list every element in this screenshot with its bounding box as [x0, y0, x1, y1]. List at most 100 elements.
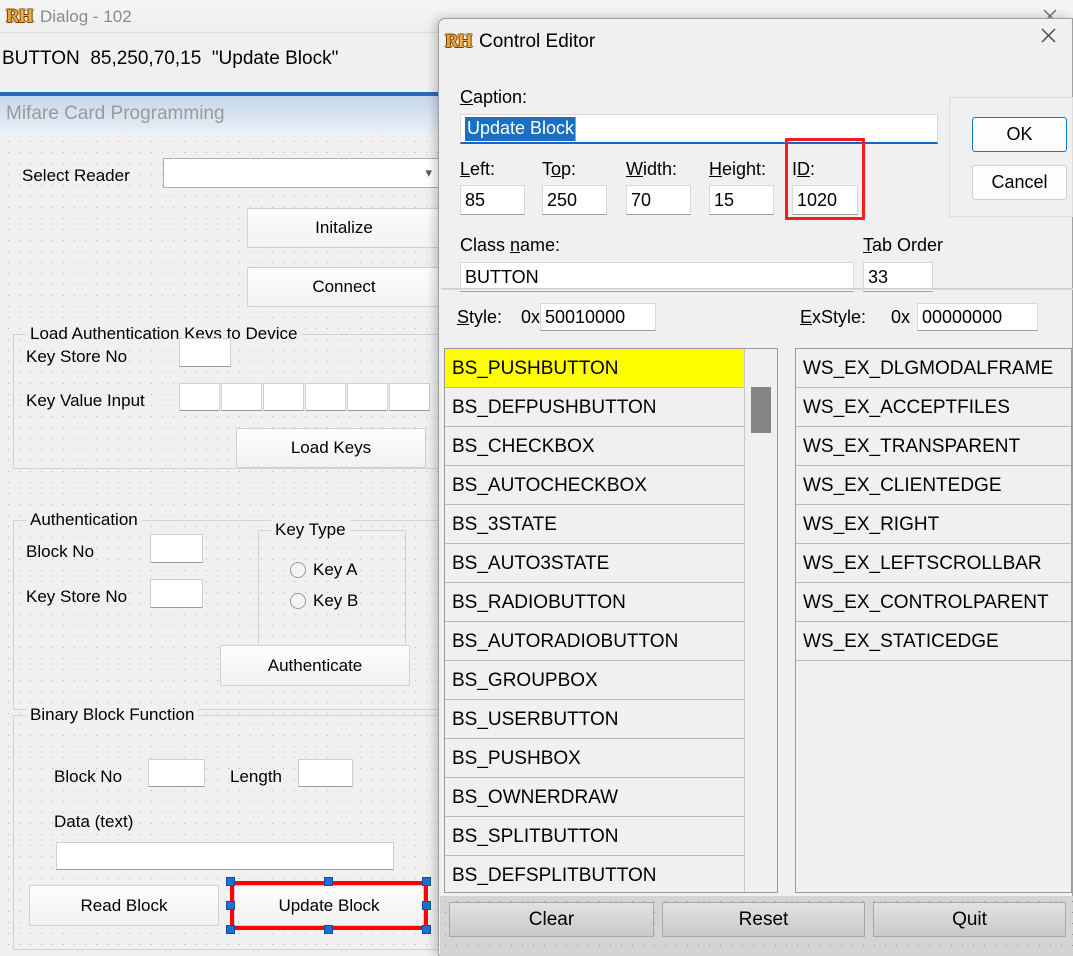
load-key-store-no-label: Key Store No — [26, 347, 128, 366]
resize-handle-e[interactable] — [422, 901, 431, 910]
style-prefix: 0x — [521, 307, 541, 327]
radio-circle-icon — [290, 562, 306, 578]
length-input[interactable] — [298, 759, 353, 787]
key-value-cell-0[interactable] — [179, 383, 220, 411]
style-list-item[interactable]: BS_OWNERDRAW — [445, 778, 777, 817]
binary-block-no-input[interactable] — [148, 759, 205, 787]
initialize-button[interactable]: Initalize — [247, 208, 441, 248]
style-list-item[interactable]: BS_DEFPUSHBUTTON — [445, 388, 777, 427]
binary-block-no-label: Block No — [54, 767, 123, 786]
binary-block-function-group-label: Binary Block Function — [26, 705, 199, 725]
style-listbox[interactable]: BS_PUSHBUTTON BS_DEFPUSHBUTTON BS_CHECKBOX… — [444, 348, 778, 893]
resource-script-text: BUTTON 85,250,70,15 "Update Block" — [2, 48, 339, 69]
exstyle-list-item[interactable]: WS_EX_TRANSPARENT — [796, 427, 1071, 466]
style-list-item[interactable]: BS_SPLITBUTTON — [445, 817, 777, 856]
rh-logo-icon: RH — [6, 5, 34, 27]
style-input[interactable]: 50010000 — [540, 303, 656, 331]
exstyle-prefix: 0x — [891, 307, 911, 327]
style-list-item[interactable]: BS_GROUPBOX — [445, 661, 777, 700]
style-list-item[interactable]: BS_AUTO3STATE — [445, 544, 777, 583]
key-value-input-label: Key Value Input — [26, 391, 145, 410]
style-list-item[interactable]: BS_USERBUTTON — [445, 700, 777, 739]
exstyle-list-item[interactable]: WS_EX_LEFTSCROLLBAR — [796, 544, 1071, 583]
exstyle-list-item[interactable]: WS_EX_DLGMODALFRAME — [796, 349, 1071, 388]
resize-handle-nw[interactable] — [226, 877, 235, 886]
exstyle-label: ExStyle: — [800, 307, 867, 327]
exstyle-list-rows: WS_EX_DLGMODALFRAME WS_EX_ACCEPTFILES WS_E… — [796, 349, 1071, 661]
data-text-label: Data (text) — [54, 812, 134, 831]
key-value-cell-3[interactable] — [305, 383, 346, 411]
key-b-radio-label: Key B — [313, 591, 359, 610]
cancel-button[interactable]: Cancel — [972, 165, 1067, 200]
load-keys-button[interactable]: Load Keys — [236, 428, 426, 468]
key-a-radio[interactable]: Key A — [290, 560, 357, 580]
resize-handle-se[interactable] — [422, 925, 431, 934]
reset-button[interactable]: Reset — [662, 902, 865, 937]
screen: RH Dialog - 102 BUTTON 85,250,70,15 "Upd… — [0, 0, 1073, 956]
style-list-item[interactable]: BS_DEFSPLITBUTTON — [445, 856, 777, 892]
authenticate-button[interactable]: Authenticate — [220, 645, 410, 686]
style-list-item[interactable]: BS_PUSHBUTTON — [445, 349, 777, 388]
style-label: Style: — [457, 307, 503, 327]
exstyle-list-item[interactable]: WS_EX_CONTROLPARENT — [796, 583, 1071, 622]
style-list-item[interactable]: BS_CHECKBOX — [445, 427, 777, 466]
ok-button[interactable]: OK — [972, 117, 1067, 152]
style-list-item[interactable]: BS_AUTORADIOBUTTON — [445, 622, 777, 661]
style-list-item[interactable]: BS_PUSHBOX — [445, 739, 777, 778]
style-list-item[interactable]: BS_3STATE — [445, 505, 777, 544]
auth-block-no-input[interactable] — [150, 534, 203, 563]
connect-button[interactable]: Connect — [247, 267, 441, 307]
key-value-cell-1[interactable] — [221, 383, 262, 411]
left-input[interactable]: 85 — [460, 185, 525, 215]
exstyle-listbox[interactable]: WS_EX_DLGMODALFRAME WS_EX_ACCEPTFILES WS_E… — [795, 348, 1072, 893]
resize-handle-ne[interactable] — [422, 877, 431, 886]
window-title: Dialog - 102 — [40, 6, 132, 26]
dialog-designer-surface[interactable]: Select Reader ▾ Initalize Connect Load A… — [0, 132, 441, 950]
key-value-cell-4[interactable] — [347, 383, 388, 411]
key-value-cell-5[interactable] — [389, 383, 430, 411]
caption-input[interactable]: Update Block — [460, 114, 938, 144]
height-input[interactable]: 15 — [709, 185, 774, 215]
style-list-item[interactable]: BS_AUTOCHECKBOX — [445, 466, 777, 505]
auth-key-store-no-input[interactable] — [150, 579, 203, 608]
select-reader-label: Select Reader — [22, 166, 130, 185]
class-name-label: Class name: — [460, 235, 561, 255]
close-icon[interactable] — [1024, 19, 1072, 51]
resize-handle-s[interactable] — [324, 925, 333, 934]
control-editor-title: Control Editor — [479, 31, 596, 52]
exstyle-list-item[interactable]: WS_EX_RIGHT — [796, 505, 1071, 544]
id-field-highlight-box — [785, 138, 865, 220]
width-input[interactable]: 70 — [626, 185, 691, 215]
style-list-item[interactable]: BS_RADIOBUTTON — [445, 583, 777, 622]
auth-key-store-no-label: Key Store No — [26, 587, 128, 606]
exstyle-input[interactable]: 00000000 — [917, 303, 1038, 331]
key-value-cell-2[interactable] — [263, 383, 304, 411]
load-key-store-no-input[interactable] — [179, 338, 231, 367]
data-text-input[interactable] — [56, 842, 394, 870]
style-listbox-scroll-thumb[interactable] — [751, 387, 771, 433]
control-editor-divider — [441, 288, 1073, 290]
auth-block-no-label: Block No — [26, 542, 95, 561]
top-input[interactable]: 250 — [542, 185, 607, 215]
width-label: Width: — [626, 159, 678, 179]
height-label: Height: — [709, 159, 767, 179]
selection-highlight-box — [230, 881, 428, 930]
style-list-rows: BS_PUSHBUTTON BS_DEFPUSHBUTTON BS_CHECKBOX… — [445, 349, 777, 892]
resize-handle-sw[interactable] — [226, 925, 235, 934]
exstyle-list-item[interactable]: WS_EX_CLIENTEDGE — [796, 466, 1071, 505]
clear-button[interactable]: Clear — [449, 902, 654, 937]
radio-circle-icon — [290, 593, 306, 609]
style-listbox-scrollbar[interactable] — [744, 349, 777, 892]
resize-handle-w[interactable] — [226, 901, 235, 910]
exstyle-list-item[interactable]: WS_EX_STATICEDGE — [796, 622, 1071, 661]
resize-handle-n[interactable] — [324, 877, 333, 886]
key-b-radio[interactable]: Key B — [290, 591, 358, 611]
rh-logo-icon: RH — [445, 31, 473, 52]
control-editor-titlebar: RH Control Editor — [439, 19, 1072, 65]
chevron-down-icon: ▾ — [425, 165, 432, 180]
length-label: Length — [230, 767, 282, 786]
quit-button[interactable]: Quit — [873, 902, 1066, 937]
read-block-button[interactable]: Read Block — [29, 885, 219, 926]
select-reader-combo[interactable]: ▾ — [163, 158, 441, 188]
exstyle-list-item[interactable]: WS_EX_ACCEPTFILES — [796, 388, 1071, 427]
